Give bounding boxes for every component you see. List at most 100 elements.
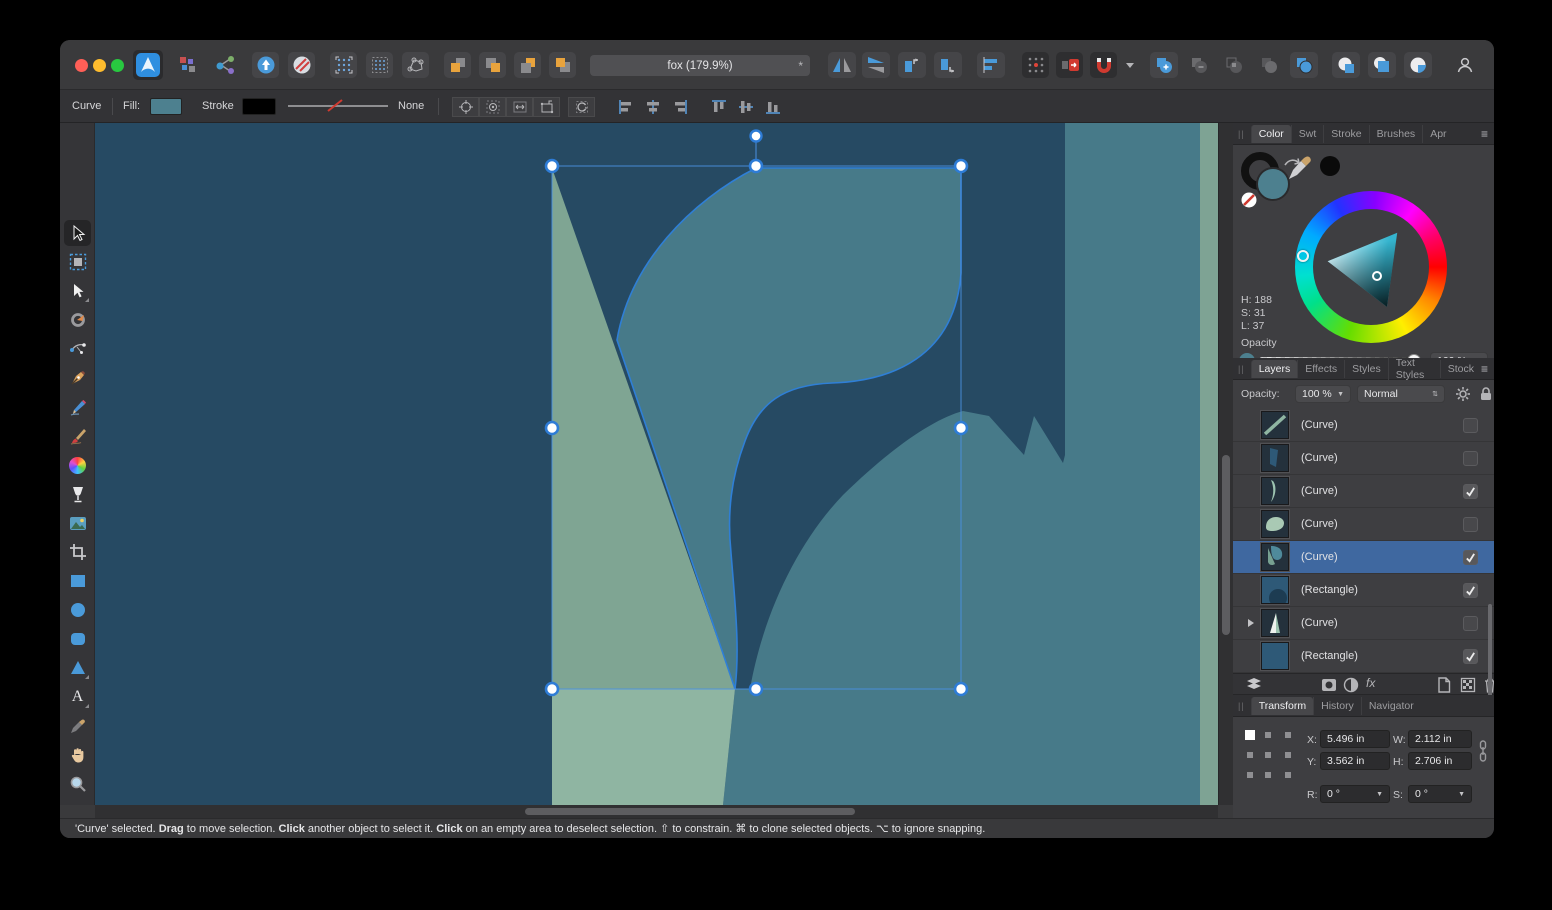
new-pixel-layer-icon[interactable] bbox=[1460, 677, 1476, 693]
node-tool[interactable] bbox=[64, 278, 91, 304]
selection-handle-middle-left[interactable] bbox=[546, 422, 558, 434]
arrange-move-forward-icon[interactable] bbox=[444, 52, 471, 78]
boolean-combine-icon[interactable] bbox=[1290, 52, 1318, 78]
geometry-overlap-icon[interactable] bbox=[1404, 52, 1432, 78]
color-picker-tool[interactable] bbox=[64, 713, 91, 739]
tab-transform[interactable]: Transform bbox=[1251, 697, 1313, 715]
flip-vertical-icon[interactable] bbox=[862, 52, 890, 78]
tab-effects[interactable]: Effects bbox=[1297, 360, 1344, 378]
visibility-checkbox[interactable] bbox=[1463, 649, 1478, 664]
tab-stock[interactable]: Stock bbox=[1440, 360, 1481, 378]
boolean-add-icon[interactable] bbox=[1150, 52, 1178, 78]
canvas[interactable] bbox=[95, 123, 1218, 805]
rotate-ccw-icon[interactable] bbox=[898, 52, 926, 78]
tab-text-styles[interactable]: Text Styles bbox=[1388, 354, 1440, 384]
show-alignment-handles-icon[interactable] bbox=[533, 97, 560, 117]
export-badge-icon[interactable] bbox=[252, 52, 279, 78]
fill-gradient-tool[interactable] bbox=[64, 452, 91, 478]
new-layer-icon[interactable] bbox=[1437, 677, 1451, 693]
snapping-dropdown-icon[interactable] bbox=[1122, 52, 1138, 78]
layer-row[interactable]: (Rectangle) bbox=[1233, 574, 1494, 607]
view-hand-tool[interactable] bbox=[64, 742, 91, 768]
stroke-color-swatch[interactable] bbox=[242, 98, 276, 115]
geometry-behind-icon[interactable] bbox=[1332, 52, 1360, 78]
rounded-rectangle-tool[interactable] bbox=[64, 626, 91, 652]
layer-row[interactable]: (Curve) bbox=[1233, 409, 1494, 442]
shape-tool[interactable] bbox=[64, 655, 91, 681]
panel-grip[interactable]: || bbox=[1238, 364, 1245, 374]
export-persona-icon[interactable] bbox=[212, 52, 240, 78]
rotate-cw-icon[interactable] bbox=[934, 52, 962, 78]
shear-field[interactable]: 0 °▼ bbox=[1408, 785, 1472, 803]
place-image-tool[interactable] bbox=[64, 510, 91, 536]
horizontal-scrollbar-thumb[interactable] bbox=[525, 808, 855, 815]
selection-handle-bottom-left[interactable] bbox=[546, 683, 558, 695]
tab-layers[interactable]: Layers bbox=[1251, 360, 1298, 378]
visibility-checkbox[interactable] bbox=[1463, 484, 1478, 499]
fox-chest-shape[interactable] bbox=[552, 689, 735, 805]
layer-row[interactable]: (Curve) bbox=[1233, 475, 1494, 508]
layer-list-scrollbar-thumb[interactable] bbox=[1488, 604, 1492, 699]
move-by-whole-pixels-icon[interactable] bbox=[1056, 52, 1083, 78]
corner-tool[interactable] bbox=[64, 336, 91, 362]
tab-swatches[interactable]: Swt bbox=[1291, 125, 1324, 143]
pen-tool[interactable] bbox=[64, 365, 91, 391]
boolean-divide-icon[interactable] bbox=[1255, 52, 1283, 78]
point-transform-tool[interactable] bbox=[64, 307, 91, 333]
tab-navigator[interactable]: Navigator bbox=[1361, 697, 1421, 715]
mask-layer-icon[interactable] bbox=[1321, 677, 1337, 693]
selection-handle-top-right[interactable] bbox=[955, 160, 967, 172]
layers-stack-icon[interactable] bbox=[1245, 677, 1263, 692]
minimize-window-button[interactable] bbox=[93, 59, 106, 72]
hue-marker[interactable] bbox=[1297, 250, 1309, 262]
slice-badge-icon[interactable] bbox=[288, 52, 315, 78]
vertical-scrollbar[interactable] bbox=[1218, 123, 1233, 805]
rotation-handle[interactable] bbox=[751, 131, 762, 142]
y-field[interactable]: 3.562 in bbox=[1320, 752, 1390, 770]
arrange-move-to-front-icon[interactable] bbox=[479, 52, 506, 78]
cycle-selection-box-icon[interactable] bbox=[568, 97, 595, 117]
snapping-grid-icon[interactable] bbox=[1022, 52, 1049, 78]
rotation-field[interactable]: 0 °▼ bbox=[1320, 785, 1390, 803]
visibility-checkbox[interactable] bbox=[1463, 583, 1478, 598]
account-person-icon[interactable] bbox=[1450, 52, 1480, 78]
align-right-icon[interactable] bbox=[666, 97, 693, 117]
layer-row[interactable]: (Curve) bbox=[1233, 607, 1494, 640]
snap-grid-icon[interactable] bbox=[330, 52, 357, 78]
align-center-horizontal-icon[interactable] bbox=[639, 97, 666, 117]
background-strip-shape[interactable] bbox=[1200, 123, 1218, 805]
saturation-lightness-marker[interactable] bbox=[1372, 271, 1382, 281]
picked-color-swatch[interactable] bbox=[1317, 153, 1343, 179]
arrange-move-backward-icon[interactable] bbox=[514, 52, 541, 78]
transform-origin-icon[interactable] bbox=[452, 97, 479, 117]
blend-mode-select[interactable]: Normal⇅ bbox=[1357, 385, 1445, 403]
visibility-checkbox[interactable] bbox=[1463, 418, 1478, 433]
x-field[interactable]: 5.496 in bbox=[1320, 730, 1390, 748]
align-left-icon[interactable] bbox=[612, 97, 639, 117]
layer-row[interactable]: (Curve) bbox=[1233, 508, 1494, 541]
align-middle-vertical-icon[interactable] bbox=[732, 97, 759, 117]
snapping-magnet-icon[interactable] bbox=[1090, 52, 1117, 78]
boolean-subtract-icon[interactable] bbox=[1185, 52, 1213, 78]
lock-icon[interactable] bbox=[1479, 386, 1493, 402]
text-tool[interactable]: A bbox=[64, 684, 91, 710]
arrange-move-to-back-icon[interactable] bbox=[549, 52, 576, 78]
move-tool[interactable] bbox=[64, 220, 91, 246]
artboard-tool[interactable] bbox=[64, 249, 91, 275]
document-title[interactable]: fox (179.9%) * bbox=[590, 55, 810, 76]
visibility-checkbox[interactable] bbox=[1463, 517, 1478, 532]
h-field[interactable]: 2.706 in bbox=[1408, 752, 1472, 770]
panel-grip[interactable]: || bbox=[1238, 129, 1245, 139]
visibility-checkbox[interactable] bbox=[1463, 616, 1478, 631]
rectangle-tool[interactable] bbox=[64, 568, 91, 594]
fill-color-swatch[interactable] bbox=[150, 98, 182, 115]
boolean-intersect-icon[interactable] bbox=[1220, 52, 1248, 78]
flip-horizontal-icon[interactable] bbox=[828, 52, 856, 78]
transform-objects-separately-icon[interactable] bbox=[506, 97, 533, 117]
align-top-icon[interactable] bbox=[705, 97, 732, 117]
tab-styles[interactable]: Styles bbox=[1344, 360, 1388, 378]
layer-row[interactable]: (Curve) bbox=[1233, 442, 1494, 475]
selection-handle-top-left[interactable] bbox=[546, 160, 558, 172]
crop-tool[interactable] bbox=[64, 539, 91, 565]
hide-selection-while-dragging-icon[interactable] bbox=[479, 97, 506, 117]
